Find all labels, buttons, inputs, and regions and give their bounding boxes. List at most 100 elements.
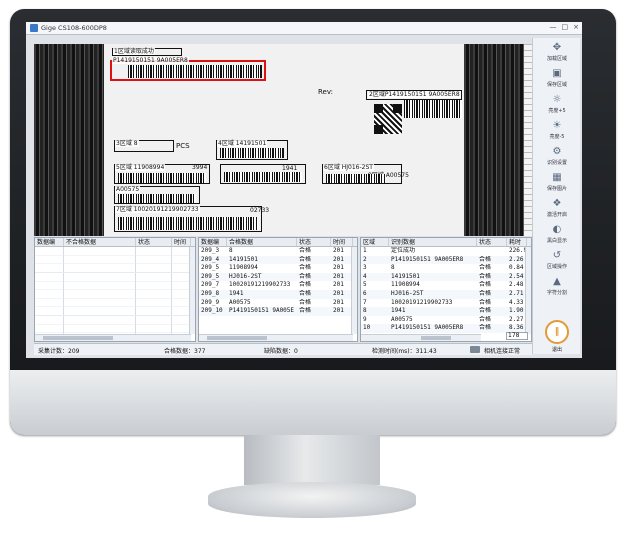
table-cell: A00575 [391, 315, 413, 323]
save-region-button[interactable]: ▣ 保存区域 [533, 68, 581, 88]
table-cell: 2 [363, 255, 367, 263]
camera-icon [470, 346, 480, 353]
settings-icon: ⚙ [552, 146, 562, 157]
table-cell: 合格 [479, 324, 492, 332]
table-row[interactable]: 209_7 10020191219902733 合格 201 [199, 281, 357, 290]
col-header[interactable]: 数据编 [199, 238, 227, 246]
table-cell: 201 [333, 307, 344, 315]
load-region-label: 加载区域 [546, 56, 567, 62]
table-row[interactable]: 6 HJ016-2ST 合格 2.71 [361, 289, 531, 299]
table-cell: 合格 [299, 247, 312, 254]
load-region-button[interactable]: ✥ 加载区域 [533, 42, 581, 62]
table-row[interactable]: 3 8 合格 0.84 [361, 264, 531, 273]
col-header[interactable]: 状态 [477, 238, 507, 246]
qualified-table-rows: 209_3 8 合格 201 209_4 14191501 合格 201 209_5 119089… [199, 247, 357, 316]
col-header[interactable]: 合格数据 [227, 238, 297, 246]
region-operation-button[interactable]: ↺ 区域操作 [533, 250, 581, 270]
vertical-scrollbar[interactable] [351, 247, 357, 334]
table-cell: 8 [363, 307, 367, 315]
table-cell: 11908994 [229, 264, 258, 272]
table-row[interactable]: 209_5 11908994 合格 201 [199, 264, 357, 273]
table-row[interactable]: 1 定位成功 226.9 [361, 247, 531, 256]
region-8-value: 1941 [282, 165, 298, 172]
horizontal-scrollbar[interactable] [35, 334, 191, 341]
col-header[interactable]: 时间 [331, 238, 353, 246]
scrollbar-thumb[interactable] [207, 336, 267, 340]
table-row[interactable]: 209_4 14191501 合格 201 [199, 255, 357, 265]
pass-count: 合格数据：377 [164, 348, 206, 355]
table-row[interactable]: 209_5 HJ016-2ST 合格 201 [199, 272, 357, 282]
defect-table[interactable]: 数据编 不合格数据 状态 时间 [34, 237, 196, 342]
col-header[interactable]: 耗时 [507, 238, 527, 246]
defect-table-header: 数据编 不合格数据 状态 时间 [35, 238, 195, 247]
recognition-settings-button[interactable]: ⚙ 识别设置 [533, 146, 581, 166]
col-header[interactable]: 识别数据 [389, 238, 477, 246]
vertical-scrollbar[interactable] [525, 247, 531, 334]
save-picture-button[interactable]: ▦ 保存图片 [533, 172, 581, 192]
table-cell: 7 [363, 298, 367, 306]
region-9-label: 6区域 HJ016-2ST [323, 164, 374, 171]
region-5-label: 5区域 11908994 [115, 164, 166, 171]
table-row[interactable]: 8 1941 合格 1.90 [361, 307, 531, 316]
col-header[interactable]: 状态 [297, 238, 331, 246]
table-cell: 4 [363, 272, 367, 280]
vertical-scrollbar[interactable] [189, 247, 195, 334]
activate-button[interactable]: ❖ 激活开启 [533, 198, 581, 218]
table-cell: 10 [363, 324, 371, 332]
table-cell: 11908994 [391, 281, 420, 289]
split-icon: ▲ [553, 276, 561, 287]
rev-label: Rev: [318, 88, 333, 96]
brightness-down-button[interactable]: ☀ 亮度-5 [533, 120, 581, 140]
table-row[interactable]: 4 14191501 合格 2.54 [361, 272, 531, 282]
table-cell: 10020191219902733 [391, 298, 453, 306]
result-table[interactable]: 区域 识别数据 状态 耗时 1 定位成功 226.9 2 P1419150151 9A0… [360, 237, 532, 342]
result-count-field[interactable]: 178 [506, 332, 528, 340]
region-7-tail: 02733 [250, 207, 270, 214]
table-row[interactable]: 209_8 1941 合格 201 [199, 289, 357, 299]
scrollbar-thumb[interactable] [421, 336, 451, 340]
table-cell: 合格 [299, 307, 312, 315]
close-button[interactable]: × [573, 23, 579, 31]
brightness-down-label: 亮度-5 [549, 134, 565, 140]
table-row[interactable]: 7 10020191219902733 合格 4.33 [361, 299, 531, 308]
monitor-stand-base [208, 482, 416, 518]
table-cell: 1941 [229, 289, 244, 297]
capture-count: 采集计数：209 [38, 348, 80, 355]
table-cell: 合格 [299, 281, 312, 289]
table-row[interactable]: 9 A00575 合格 2.27 [361, 316, 531, 325]
table-cell: 合格 [479, 272, 492, 280]
exit-button[interactable]: ‖ [545, 320, 569, 344]
table-row[interactable]: 209_3 8 合格 201 [199, 247, 357, 256]
col-header[interactable]: 数据编 [35, 238, 64, 246]
table-row[interactable]: 209_10 P1419150151 9A005E 合格 201 [199, 307, 357, 316]
barcode-right [404, 100, 462, 118]
table-row[interactable]: 209_9 A00575 合格 201 [199, 299, 357, 308]
brightness-up-button[interactable]: ☼ 亮度+5 [533, 94, 581, 114]
qr-code [374, 104, 402, 134]
table-cell: 合格 [479, 289, 492, 297]
col-header[interactable]: 状态 [136, 238, 172, 246]
char-split-button[interactable]: ▲ 字符分割 [533, 276, 581, 296]
pcs-label: PCS [176, 142, 190, 150]
activate-label: 激活开启 [546, 212, 567, 218]
col-header[interactable]: 区域 [361, 238, 389, 246]
camera-image-viewer[interactable]: 1区域读取成功 P1419150151 9A005ER8 Rev: 2区域P14… [34, 44, 526, 236]
maximize-button[interactable]: □ [562, 23, 569, 31]
horizontal-scrollbar[interactable] [199, 334, 353, 341]
qualified-table[interactable]: 数据编 合格数据 状态 时间 209_3 8 合格 201 209_4 14191501 合… [198, 237, 358, 342]
col-header[interactable]: 时间 [172, 238, 191, 246]
black-white-button[interactable]: ◐ 黑白显示 [533, 224, 581, 244]
save-region-label: 保存区域 [546, 82, 567, 88]
region-7-label: 7区域 10020191219902733 [115, 206, 200, 213]
contrast-icon: ◐ [552, 224, 562, 235]
table-row[interactable]: 2 P1419150151 9A005ER8 合格 2.26 [361, 255, 531, 265]
col-header[interactable]: 不合格数据 [64, 238, 136, 246]
table-cell: 201 [333, 272, 344, 280]
table-cell: 201 [333, 264, 344, 272]
scrollbar-thumb[interactable] [43, 336, 113, 340]
table-cell: P1419150151 9A005E [229, 307, 295, 315]
table-row[interactable]: 5 11908994 合格 2.48 [361, 281, 531, 290]
minimize-button[interactable]: — [550, 23, 557, 31]
horizontal-scrollbar[interactable] [361, 334, 481, 341]
table-cell: 6 [363, 289, 367, 297]
